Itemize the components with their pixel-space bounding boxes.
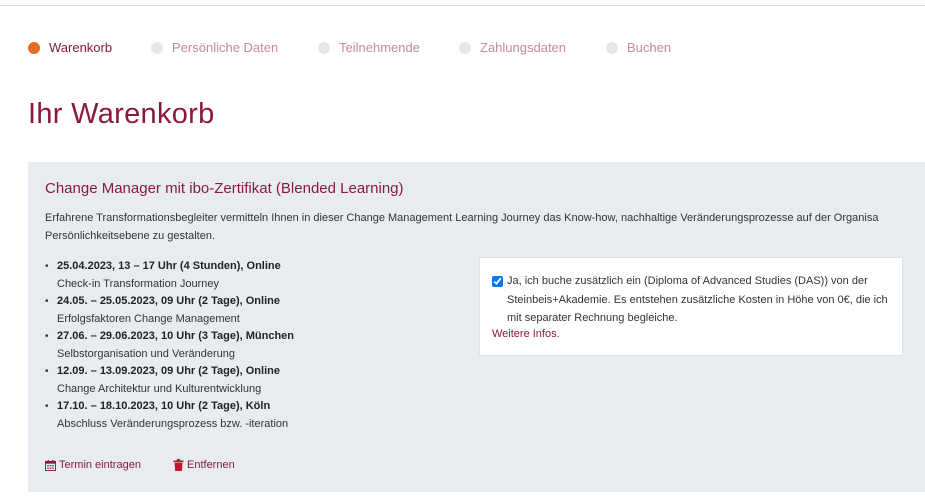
course-description-line: Erfahrene Transformationsbegleiter vermi… [45,212,879,224]
date-topic: Selbstorganisation und Veränderung [57,347,235,360]
list-item: 24.05. – 25.05.2023, 09 Uhr (2 Tage), On… [45,293,465,328]
more-info-link[interactable]: Weitere Infos. [492,328,560,340]
step-label: Warenkorb [49,40,113,55]
add-to-calendar-button[interactable]: Termin eintragen [45,459,141,471]
cart-item-card: Change Manager mit ibo-Zertifikat (Blend… [28,162,925,492]
step-warenkorb[interactable]: Warenkorb [28,40,112,55]
page-title: Ihr Warenkorb [28,98,215,130]
date-topic: Check-in Transformation Journey [57,277,220,290]
das-checkbox[interactable] [492,276,503,287]
step-label: Buchen [627,40,672,55]
date-topic: Erfolgsfaktoren Change Management [57,312,240,325]
top-divider [0,5,925,6]
date-topic: Change Architektur und Kulturentwicklung [57,382,262,395]
add-to-calendar-label: Termin eintragen [59,459,141,471]
step-dot-icon [318,41,330,54]
das-option-box: Ja, ich buche zusätzlich ein (Diploma of… [479,257,903,356]
date-when: 17.10. – 18.10.2023, 10 Uhr (2 Tage), Kö… [57,400,271,412]
list-item: 25.04.2023, 13 – 17 Uhr (4 Stunden), Onl… [45,258,465,293]
step-teilnehmende[interactable]: Teilnehmende [318,40,420,55]
step-buchen[interactable]: Buchen [606,40,671,55]
step-label: Zahlungsdaten [480,40,567,55]
course-title: Change Manager mit ibo-Zertifikat (Blend… [45,180,404,197]
list-item: 27.06. – 29.06.2023, 10 Uhr (3 Tage), Mü… [45,328,465,363]
step-persoenliche-daten[interactable]: Persönliche Daten [151,40,278,55]
step-active-dot-icon [28,41,40,54]
date-when: 12.09. – 13.09.2023, 09 Uhr (2 Tage), On… [57,365,280,377]
course-description-line: Persönlichkeitsebene zu gestalten. [45,230,215,242]
date-when: 24.05. – 25.05.2023, 09 Uhr (2 Tage), On… [57,295,280,307]
list-item: 12.09. – 13.09.2023, 09 Uhr (2 Tage), On… [45,363,465,398]
date-when: 27.06. – 29.06.2023, 10 Uhr (3 Tage), Mü… [57,330,295,342]
course-dates-list: 25.04.2023, 13 – 17 Uhr (4 Stunden), Onl… [45,258,465,433]
step-dot-icon [151,41,163,54]
remove-button[interactable]: Entfernen [173,459,235,471]
course-description: Erfahrene Transformationsbegleiter vermi… [45,209,925,245]
step-dot-icon [606,41,618,54]
step-dot-icon [459,41,471,54]
calendar-icon [45,459,56,471]
step-label: Teilnehmende [339,40,420,55]
date-when: 25.04.2023, 13 – 17 Uhr (4 Stunden), Onl… [57,260,281,272]
date-topic: Abschluss Veränderungsprozess bzw. -iter… [57,417,289,430]
step-label: Persönliche Daten [172,40,279,55]
step-zahlungsdaten[interactable]: Zahlungsdaten [459,40,566,55]
trash-icon [173,459,184,471]
remove-label: Entfernen [187,459,235,471]
das-option-text[interactable]: Ja, ich buche zusätzlich ein (Diploma of… [507,272,902,328]
list-item: 17.10. – 18.10.2023, 10 Uhr (2 Tage), Kö… [45,398,465,433]
